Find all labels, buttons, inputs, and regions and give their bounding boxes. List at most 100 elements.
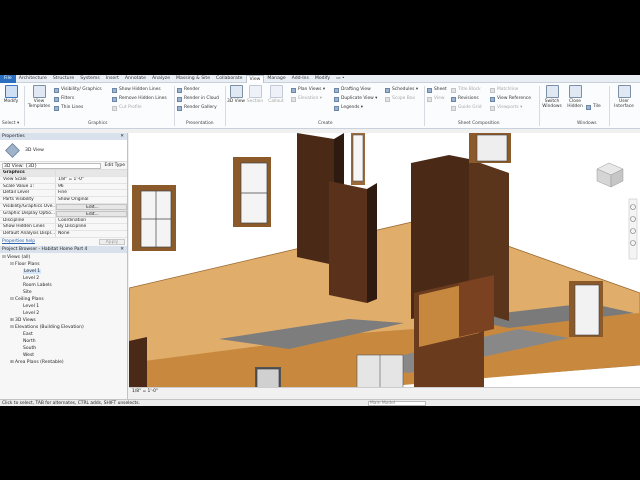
select-panel-label[interactable]: Select ▾ bbox=[2, 121, 19, 127]
scope-box-button[interactable]: Scope Box bbox=[385, 95, 415, 103]
plan-icon bbox=[291, 87, 296, 93]
viewports-button[interactable]: Viewports ▾ bbox=[490, 104, 522, 112]
tab-architecture[interactable]: Architecture bbox=[16, 75, 50, 83]
title-block-button[interactable]: Title Block bbox=[451, 86, 481, 94]
callout-icon bbox=[269, 85, 283, 98]
project-browser-tree: ⊟Views (all) ⊟Floor Plans Level 1 Level 2 Ro… bbox=[0, 253, 127, 366]
schedules-button[interactable]: Schedules ▾ bbox=[385, 86, 418, 94]
close-icon[interactable]: ✕ bbox=[120, 133, 124, 140]
callout-button[interactable]: Callout bbox=[266, 85, 286, 104]
plan-views-button[interactable]: Plan Views ▾ bbox=[291, 86, 325, 94]
drafting-view-button[interactable]: Drafting View bbox=[334, 86, 371, 94]
property-value[interactable]: None bbox=[56, 231, 127, 237]
tree-item-label: East bbox=[23, 331, 33, 337]
duplicate-view-button[interactable]: Duplicate View ▾ bbox=[334, 95, 377, 103]
tree-item[interactable]: North bbox=[0, 338, 127, 345]
cut-profile-button[interactable]: Cut Profile bbox=[112, 104, 142, 112]
remove-hidden-lines-button[interactable]: Remove Hidden Lines bbox=[112, 95, 167, 103]
tree-item[interactable]: ⊞3D Views bbox=[0, 317, 127, 324]
view-reference-button[interactable]: View Reference bbox=[490, 95, 531, 103]
tab-annotate[interactable]: Annotate bbox=[122, 75, 149, 83]
type-selector[interactable]: 3D View bbox=[0, 140, 127, 162]
tree-item[interactable]: Room Labels bbox=[0, 282, 127, 289]
switch-windows-button[interactable]: Switch Windows bbox=[541, 85, 563, 109]
edit-button[interactable]: Edit... bbox=[56, 203, 127, 210]
view-button[interactable]: View bbox=[427, 95, 444, 103]
tree-item[interactable]: Site bbox=[0, 289, 127, 296]
instance-dropdown[interactable]: 3D View: {3D} bbox=[2, 162, 101, 169]
thin-lines-button[interactable]: Thin Lines bbox=[54, 104, 83, 112]
property-value[interactable]: By Discipline bbox=[56, 224, 127, 230]
tree-item[interactable]: East bbox=[0, 331, 127, 338]
tab-collaborate[interactable]: Collaborate bbox=[213, 75, 245, 83]
duplicate-view-label: Duplicate View ▾ bbox=[341, 96, 378, 101]
sheet-button[interactable]: Sheet bbox=[427, 86, 447, 94]
property-value[interactable]: Coordination bbox=[56, 218, 127, 224]
tree-item[interactable]: Level 2 bbox=[0, 275, 127, 282]
section-button[interactable]: Section bbox=[245, 85, 265, 104]
tab-file[interactable]: File bbox=[0, 75, 16, 83]
tree-item[interactable]: ⊞Area Plans (Rentable) bbox=[0, 359, 127, 366]
view-scale[interactable]: 1/8" = 1'-0" bbox=[132, 389, 158, 394]
tab-insert[interactable]: Insert bbox=[103, 75, 122, 83]
show-hidden-lines-button[interactable]: Show Hidden Lines bbox=[112, 86, 161, 94]
revisions-button[interactable]: Revisions bbox=[451, 95, 479, 103]
tab-manage[interactable]: Manage bbox=[264, 75, 288, 83]
modify-button[interactable]: Modify bbox=[2, 85, 20, 104]
tile-button[interactable]: Tile bbox=[586, 103, 601, 111]
plan-views-label: Plan Views ▾ bbox=[298, 87, 326, 92]
view-label: View bbox=[434, 96, 445, 101]
properties-help-link[interactable]: Properties help bbox=[2, 239, 35, 244]
apply-button[interactable]: Apply bbox=[99, 238, 125, 245]
render-gallery-button[interactable]: Render Gallery bbox=[177, 104, 217, 112]
tree-item[interactable]: West bbox=[0, 352, 127, 359]
matchline-button[interactable]: Matchline bbox=[490, 86, 518, 94]
viewcube[interactable] bbox=[596, 162, 624, 188]
tree-item[interactable]: South bbox=[0, 345, 127, 352]
tab-structure[interactable]: Structure bbox=[50, 75, 77, 83]
tab-view[interactable]: View bbox=[245, 75, 265, 83]
view-control-bar[interactable]: 1/8" = 1'-0" bbox=[129, 387, 640, 394]
property-value[interactable]: Fine bbox=[56, 190, 127, 196]
render-button[interactable]: Render bbox=[177, 86, 200, 94]
visibility-graphics-button[interactable]: Visibility/ Graphics bbox=[54, 86, 102, 94]
tree-item[interactable]: ⊟Views (all) bbox=[0, 254, 127, 261]
tree-item[interactable]: ⊟Ceiling Plans bbox=[0, 296, 127, 303]
user-interface-button[interactable]: User Interface bbox=[612, 85, 636, 109]
property-name: Default Analysis Displ... bbox=[0, 231, 56, 237]
close-icon[interactable]: ✕ bbox=[120, 246, 124, 253]
tree-item[interactable]: Level 1 bbox=[0, 268, 127, 275]
legends-button[interactable]: Legends ▾ bbox=[334, 104, 363, 112]
property-name: Parts Visibility bbox=[0, 197, 56, 203]
edit-type-button[interactable]: Edit Type bbox=[105, 163, 125, 168]
3d-view-button[interactable]: 3D View bbox=[227, 85, 245, 104]
guide-grid-button[interactable]: Guide Grid bbox=[451, 104, 482, 112]
tab-systems[interactable]: Systems bbox=[77, 75, 103, 83]
filters-button[interactable]: Filters bbox=[54, 95, 74, 103]
3d-viewport[interactable] bbox=[129, 133, 640, 387]
edit-button[interactable]: Edit... bbox=[56, 210, 127, 217]
tree-item[interactable]: ⊟Floor Plans bbox=[0, 261, 127, 268]
tree-item[interactable]: ⊟Elevations (Building Elevation) bbox=[0, 324, 127, 331]
active-workset-field[interactable]: Main Model bbox=[368, 401, 426, 406]
tab-analyze[interactable]: Analyze bbox=[149, 75, 173, 83]
tab-add-ins[interactable]: Add-Ins bbox=[289, 75, 312, 83]
close-hidden-button[interactable]: Close Hidden bbox=[565, 85, 585, 109]
view-templates-button[interactable]: View Templates bbox=[27, 85, 51, 109]
property-value[interactable]: 1/8" = 1'-0" bbox=[56, 177, 127, 183]
ribbon-toggle-button[interactable]: ▭ • bbox=[333, 75, 348, 83]
tree-item[interactable]: Level 1 bbox=[0, 303, 127, 310]
tree-item-label: Views (all) bbox=[7, 254, 31, 260]
tab-massing-site[interactable]: Massing & Site bbox=[173, 75, 213, 83]
tree-item[interactable]: Level 2 bbox=[0, 310, 127, 317]
property-value[interactable]: 96 bbox=[56, 184, 127, 190]
matchline-label: Matchline bbox=[497, 87, 519, 92]
tab-modify[interactable]: Modify bbox=[312, 75, 333, 83]
render-cloud-button[interactable]: Render in Cloud bbox=[177, 95, 219, 103]
elevation-button[interactable]: Elevation ▾ bbox=[291, 95, 322, 103]
view-templates-label: View Templates bbox=[27, 99, 51, 109]
callout-label: Callout bbox=[268, 99, 284, 104]
view-reference-label: View Reference bbox=[497, 96, 531, 101]
navigation-bar[interactable] bbox=[628, 198, 638, 260]
property-value[interactable]: Show Original bbox=[56, 197, 127, 203]
